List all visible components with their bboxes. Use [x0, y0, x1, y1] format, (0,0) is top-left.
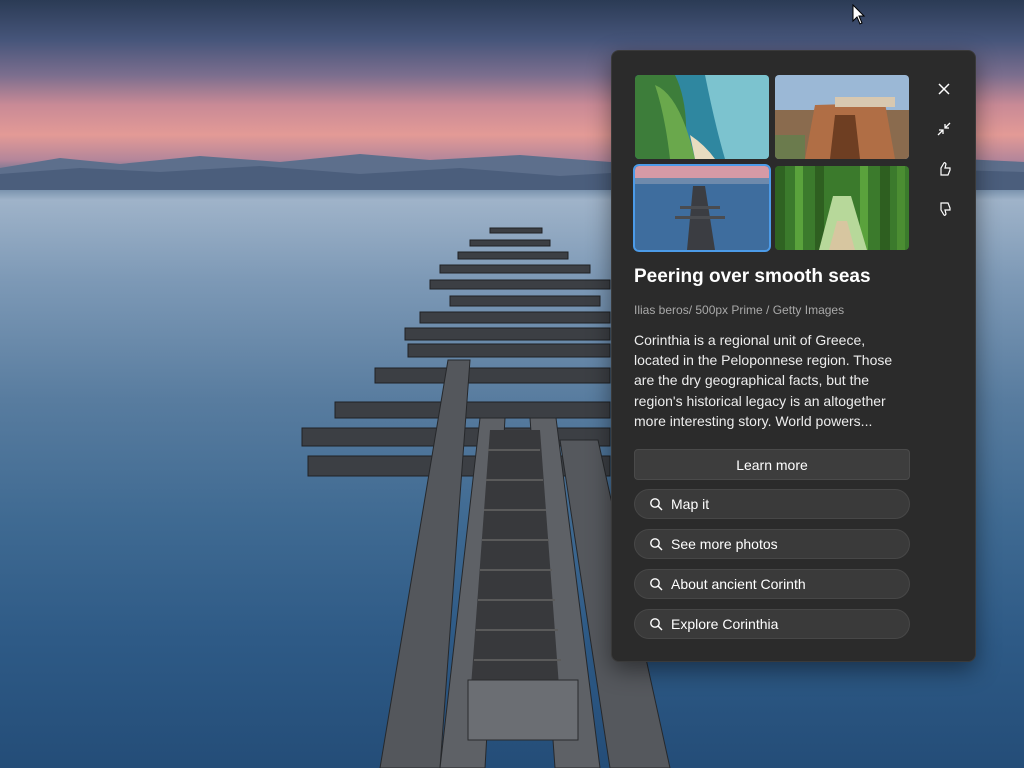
- suggestion-label: Explore Corinthia: [671, 616, 779, 632]
- dislike-button[interactable]: [930, 195, 958, 223]
- mouse-cursor-icon: [852, 4, 866, 25]
- search-icon: [650, 618, 663, 631]
- cliff-town-image: [775, 75, 909, 159]
- suggestion-label: See more photos: [671, 536, 778, 552]
- thumbnail-cliff-town[interactable]: [775, 75, 909, 159]
- close-icon: [938, 83, 950, 95]
- suggestion-explore-corinthia[interactable]: Explore Corinthia: [634, 609, 910, 639]
- spotlight-panel: Peering over smooth seas Ilias beros/ 50…: [611, 50, 976, 662]
- bamboo-forest-image: [775, 166, 909, 250]
- like-button[interactable]: [930, 155, 958, 183]
- thumbnail-bamboo-forest[interactable]: [775, 166, 909, 250]
- suggestion-label: Map it: [671, 496, 710, 512]
- collapse-icon: [937, 122, 951, 136]
- close-button[interactable]: [930, 75, 958, 103]
- thumbs-down-icon: [940, 202, 951, 216]
- collapse-button[interactable]: [930, 115, 958, 143]
- suggestion-label: About ancient Corinth: [671, 576, 806, 592]
- thumbnail-pier-seascape[interactable]: [633, 164, 771, 252]
- image-title: Peering over smooth seas: [634, 266, 871, 287]
- image-credit: Ilias beros/ 500px Prime / Getty Images: [634, 303, 845, 317]
- coastline-image: [635, 75, 769, 159]
- thumbs-up-icon: [940, 162, 951, 176]
- pier-seascape-image: [635, 166, 769, 250]
- learn-more-button[interactable]: Learn more: [634, 449, 910, 480]
- search-icon: [650, 578, 663, 591]
- image-description: Corinthia is a regional unit of Greece, …: [634, 332, 893, 429]
- search-icon: [650, 538, 663, 551]
- suggestion-see-more-photos[interactable]: See more photos: [634, 529, 910, 559]
- suggestion-about-ancient-corinth[interactable]: About ancient Corinth: [634, 569, 910, 599]
- suggestion-map-it[interactable]: Map it: [634, 489, 910, 519]
- thumbnail-coastline[interactable]: [635, 75, 769, 159]
- search-icon: [650, 498, 663, 511]
